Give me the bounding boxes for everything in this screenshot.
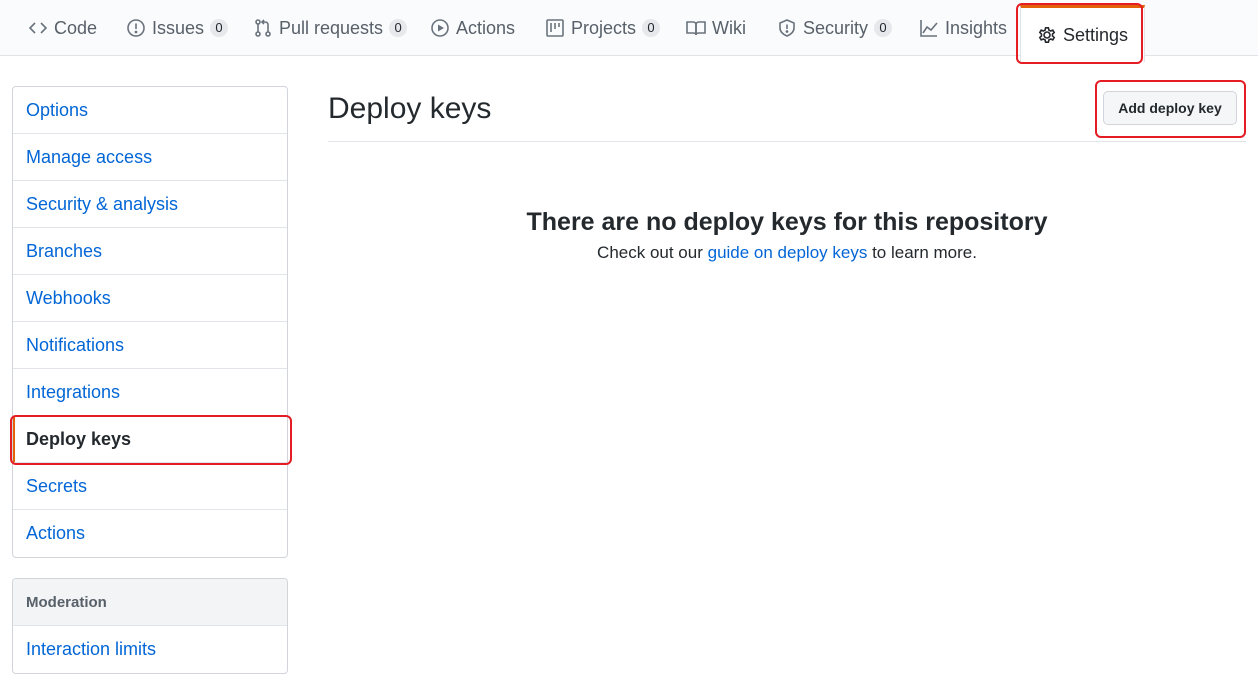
book-icon <box>686 18 706 38</box>
menu-item-interaction-limits[interactable]: Interaction limits <box>13 626 287 673</box>
tab-label: Insights <box>945 17 1008 38</box>
guide-link[interactable]: guide on deploy keys <box>708 243 868 262</box>
menu-item-options[interactable]: Options <box>13 87 287 134</box>
tab-projects[interactable]: Projects 0 <box>545 0 661 56</box>
tab-insights[interactable]: Insights <box>919 0 1007 56</box>
menu-item-secrets[interactable]: Secrets <box>13 463 287 510</box>
subhead: Deploy keys Add deploy key <box>328 78 1246 142</box>
tab-issues[interactable]: Issues 0 <box>126 0 229 56</box>
tab-label: Settings <box>1063 24 1129 45</box>
issues-counter: 0 <box>210 19 229 37</box>
tab-label: Pull requests <box>279 17 384 38</box>
play-icon <box>430 18 450 38</box>
settings-menu: Options Manage access Security & analysi… <box>12 86 288 558</box>
tab-label: Projects <box>571 17 637 38</box>
blankslate-text-after: to learn more. <box>867 243 977 262</box>
blankslate-text: Check out our guide on deploy keys to le… <box>328 240 1246 266</box>
projects-counter: 0 <box>642 19 661 37</box>
gear-icon <box>1037 25 1057 45</box>
menu-item-branches[interactable]: Branches <box>13 228 287 275</box>
tab-actions[interactable]: Actions <box>430 0 515 56</box>
tab-security[interactable]: Security 0 <box>777 0 893 56</box>
tab-label: Issues <box>152 17 205 38</box>
menu-item-security-analysis[interactable]: Security & analysis <box>13 181 287 228</box>
graph-icon <box>919 18 939 38</box>
tab-label: Code <box>54 17 98 38</box>
git-pull-request-icon <box>253 18 273 38</box>
menu-item-integrations[interactable]: Integrations <box>13 369 287 416</box>
menu-item-manage-access[interactable]: Manage access <box>13 134 287 181</box>
menu-item-actions[interactable]: Actions <box>13 510 287 557</box>
tab-label: Security <box>803 17 869 38</box>
tab-settings[interactable]: Settings <box>1020 5 1146 62</box>
menu-item-notifications[interactable]: Notifications <box>13 322 287 369</box>
blankslate: There are no deploy keys for this reposi… <box>328 205 1246 266</box>
security-counter: 0 <box>874 19 893 37</box>
issue-opened-icon <box>126 18 146 38</box>
tab-label: Wiki <box>712 17 746 38</box>
project-icon <box>545 18 565 38</box>
add-deploy-key-button[interactable]: Add deploy key <box>1103 91 1237 125</box>
tab-wiki[interactable]: Wiki <box>686 0 746 56</box>
code-icon <box>28 18 48 38</box>
menu-item-deploy-keys[interactable]: Deploy keys <box>13 416 287 463</box>
tab-pull-requests[interactable]: Pull requests 0 <box>253 0 408 56</box>
tab-code[interactable]: Code <box>28 0 97 56</box>
repo-tab-nav: Code Issues 0 Pull requests 0 Actions Pr… <box>0 0 1258 62</box>
tab-label: Actions <box>456 17 516 38</box>
shield-icon <box>777 18 797 38</box>
page-title: Deploy keys <box>328 92 492 125</box>
moderation-heading: Moderation <box>13 579 287 626</box>
blankslate-heading: There are no deploy keys for this reposi… <box>526 208 1048 236</box>
pull-requests-counter: 0 <box>389 19 408 37</box>
menu-item-webhooks[interactable]: Webhooks <box>13 275 287 322</box>
blankslate-text-before: Check out our <box>597 243 708 262</box>
moderation-menu: Moderation Interaction limits <box>12 578 288 674</box>
